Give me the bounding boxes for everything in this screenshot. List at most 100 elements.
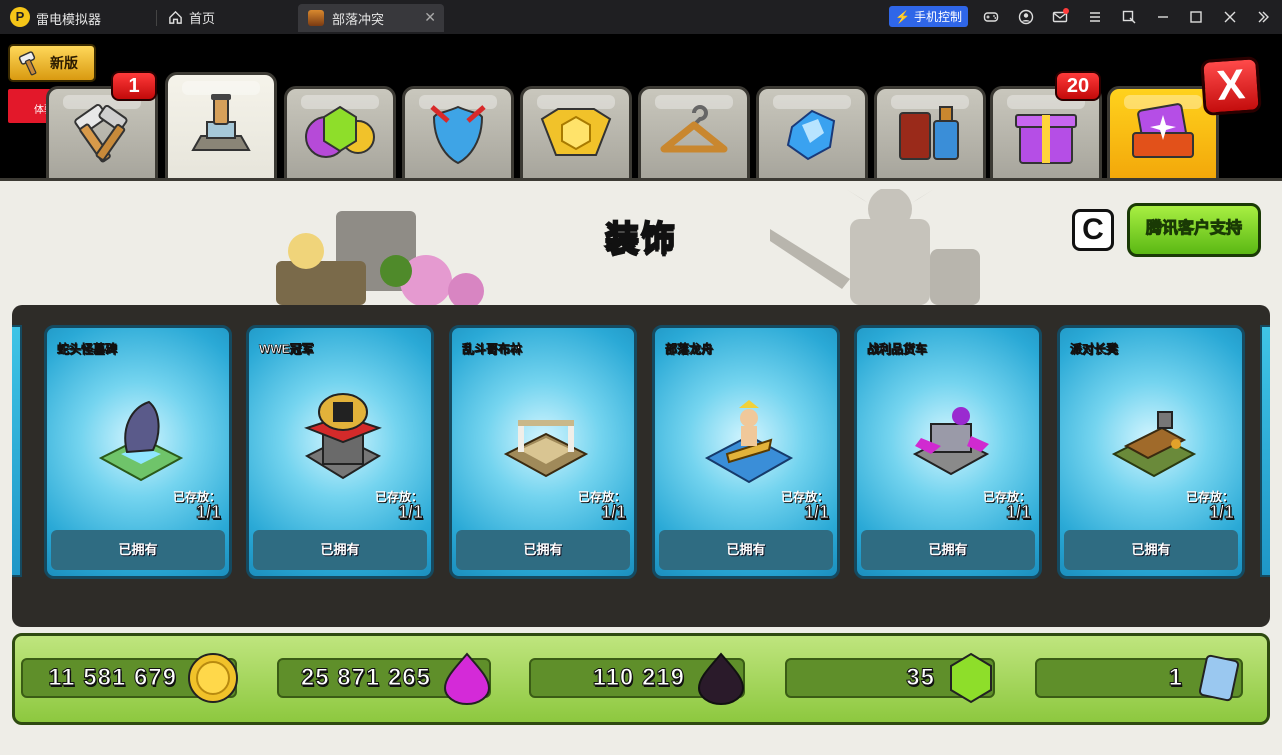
- dark-elixir-counter: 110 219: [529, 652, 745, 705]
- card-owned-label: 已拥有: [1064, 530, 1238, 570]
- wwe-belt-image: [304, 393, 382, 480]
- partial-card-left[interactable]: [12, 325, 22, 577]
- gift-icon: [1015, 113, 1077, 164]
- card-owned-label: 已拥有: [861, 530, 1035, 570]
- tab-builder[interactable]: 1: [46, 71, 158, 178]
- home-icon: [169, 10, 182, 24]
- decoration-card[interactable]: WWE冠军 已存放： 1/1 已拥有: [246, 325, 434, 579]
- phone-control-button[interactable]: ⚡ 手机控制: [889, 6, 968, 27]
- mail-icon[interactable]: [1049, 6, 1071, 28]
- card-count: 1/1: [195, 502, 221, 523]
- book-value: 1: [1168, 664, 1183, 692]
- gems-value: 35: [906, 664, 935, 692]
- game-viewport: 新版 体验新版 1 20 X: [0, 34, 1282, 755]
- dark-elixir-value: 110 219: [592, 664, 685, 692]
- new-version-label: 新版: [50, 55, 78, 71]
- card-owned-label: 已拥有: [253, 530, 427, 570]
- card-count: 1/1: [803, 502, 829, 523]
- gold-counter: 11 581 679: [21, 653, 238, 703]
- tab-league[interactable]: [520, 86, 632, 178]
- home-tab[interactable]: 首页: [164, 6, 219, 28]
- party-bench-image: [1111, 411, 1197, 478]
- elixir-drop-icon: [443, 652, 491, 705]
- partial-card-right[interactable]: [1260, 325, 1270, 577]
- tab-crystal[interactable]: [756, 86, 868, 178]
- card-name: 战利品货车: [867, 342, 928, 357]
- card-name: 部落龙舟: [665, 342, 714, 357]
- card-count: 1/1: [1005, 502, 1031, 523]
- decorations-panel: 装饰 C 腾讯客户支持 蛇头怪墓碑 已存放： 1/1 已拥有 WWE冠军 已存放…: [0, 178, 1282, 755]
- elixir-value: 25 871 265: [300, 664, 431, 692]
- tab-gems[interactable]: [284, 86, 396, 178]
- loot-cart-image: [912, 407, 990, 476]
- account-icon[interactable]: [1015, 6, 1037, 28]
- card-name: 派对长凳: [1070, 342, 1119, 357]
- decoration-card[interactable]: 乱斗哥布林 已存放： 1/1 已拥有: [449, 325, 637, 579]
- creator-code-button[interactable]: C: [1072, 209, 1114, 251]
- hammer-icon: [74, 103, 128, 162]
- minimize-icon[interactable]: [1152, 6, 1174, 28]
- shield-icon: [430, 104, 486, 164]
- serpent-tombstone-image: [98, 400, 184, 482]
- tab-close-icon[interactable]: ✕: [424, 9, 436, 26]
- card-count: 1/1: [600, 502, 626, 523]
- book-potion-icon: [899, 105, 959, 160]
- decoration-card[interactable]: 蛇头怪墓碑 已存放： 1/1 已拥有: [44, 325, 232, 579]
- emulator-logo-icon: P: [10, 7, 30, 27]
- card-owned-label: 已拥有: [51, 530, 225, 570]
- dark-elixir-drop-icon: [697, 652, 745, 705]
- card-count: 1/1: [1208, 502, 1234, 523]
- home-tab-label: 首页: [189, 10, 216, 26]
- phone-control-label: 手机控制: [913, 10, 962, 24]
- titlebar-divider: [156, 10, 157, 26]
- close-button[interactable]: X: [1200, 56, 1262, 116]
- decoration-card[interactable]: 部落龙舟 已存放： 1/1 已拥有: [652, 325, 840, 579]
- tab-gifts[interactable]: 20: [990, 71, 1102, 178]
- tab-magic-items[interactable]: [874, 86, 986, 178]
- decorations-list[interactable]: 蛇头怪墓碑 已存放： 1/1 已拥有 WWE冠军 已存放： 1/1 已拥有 乱斗…: [12, 305, 1270, 627]
- hanger-icon: [660, 104, 728, 152]
- gamepad-icon[interactable]: [980, 6, 1002, 28]
- decoration-card[interactable]: 派对长凳 已存放： 1/1 已拥有: [1057, 325, 1245, 579]
- crystal-icon: [786, 109, 836, 160]
- tab-gifts-badge: 20: [1055, 71, 1101, 101]
- card-owned-label: 已拥有: [659, 530, 833, 570]
- elixir-counter: 25 871 265: [277, 652, 491, 705]
- lightning-icon: ⚡: [895, 9, 910, 24]
- popout-icon[interactable]: [1118, 6, 1140, 28]
- brawl-goblin-image: [503, 420, 589, 478]
- tab-shield[interactable]: [402, 86, 514, 178]
- customer-support-button[interactable]: 腾讯客户支持: [1127, 203, 1261, 257]
- close-window-icon[interactable]: [1219, 6, 1241, 28]
- card-owned-label: 已拥有: [456, 530, 630, 570]
- gold-value: 11 581 679: [48, 664, 177, 692]
- maximize-icon[interactable]: [1185, 6, 1207, 28]
- league-badge-icon: [540, 107, 612, 156]
- decoration-card[interactable]: 战利品货车 已存放： 1/1 已拥有: [854, 325, 1042, 579]
- tab-hanger[interactable]: [638, 86, 750, 178]
- statue-icon: [191, 93, 251, 151]
- gems-coins-icon: [305, 105, 375, 158]
- card-count: 1/1: [397, 502, 423, 523]
- new-version-button[interactable]: 新版: [8, 44, 96, 82]
- flower-rock-decoration: [276, 211, 484, 305]
- menu-icon[interactable]: [1084, 6, 1106, 28]
- gems-counter: 35: [785, 652, 995, 704]
- game-app-icon: [308, 10, 324, 26]
- game-tab-label: 部落冲突: [332, 11, 385, 27]
- gold-coin-icon: [188, 653, 238, 703]
- pekka-statue-decoration: [770, 189, 980, 305]
- card-name: WWE冠军: [259, 342, 314, 357]
- expand-sidebar-icon[interactable]: [1252, 6, 1274, 28]
- game-tab[interactable]: 部落冲突 ✕: [298, 4, 444, 32]
- builder-hammer-icon: [18, 51, 37, 76]
- tab-decorations[interactable]: [165, 72, 277, 178]
- emulator-app-name: 雷电模拟器: [36, 12, 102, 27]
- resource-bar: 11 581 679 25 871 265 110 219 35 1: [12, 633, 1270, 725]
- emulator-titlebar: P 雷电模拟器 首页 部落冲突 ✕ ⚡ 手机控制: [0, 0, 1282, 34]
- card-name: 蛇头怪墓碑: [57, 342, 118, 357]
- tab-builder-badge: 1: [111, 71, 157, 101]
- cards-icon: [1132, 102, 1194, 158]
- gem-icon: [950, 652, 992, 704]
- page-title: 装饰: [604, 219, 677, 259]
